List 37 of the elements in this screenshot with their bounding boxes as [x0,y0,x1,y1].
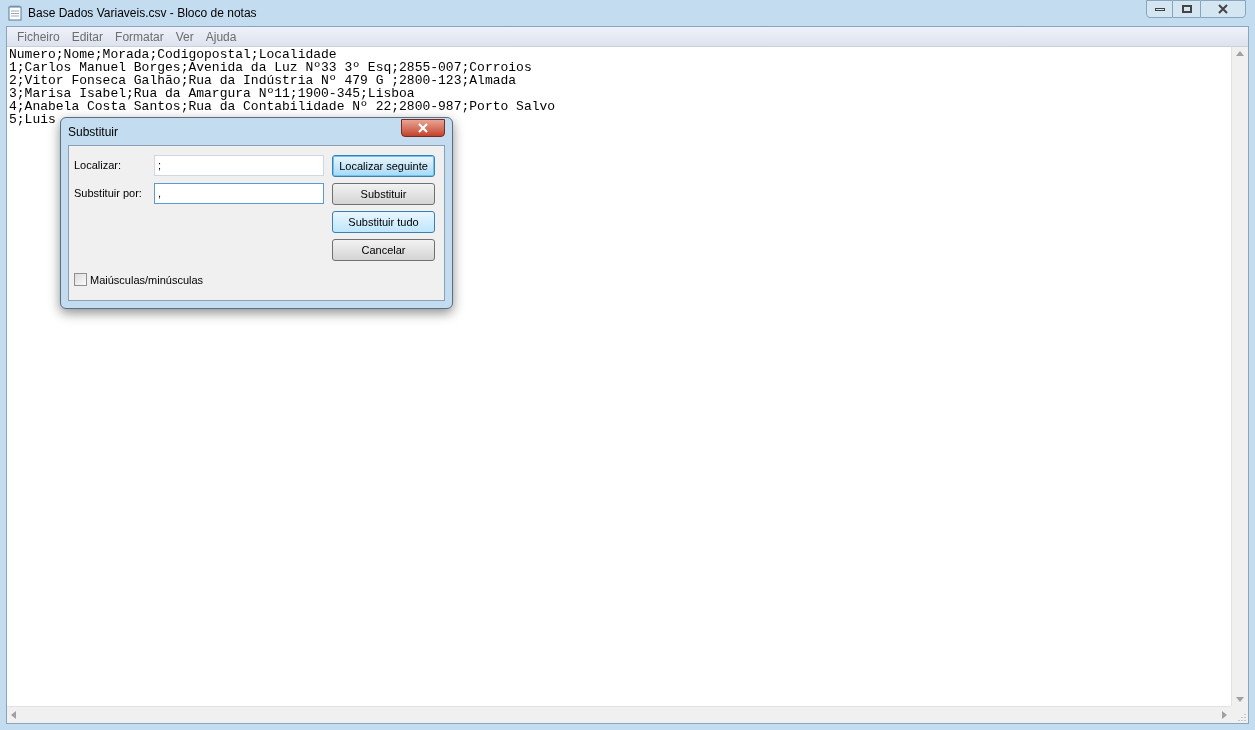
scroll-up-icon [1236,51,1244,56]
vertical-scrollbar[interactable] [1231,47,1248,706]
menu-item[interactable]: Ficheiro [11,27,66,46]
menu-item[interactable]: Formatar [109,27,170,46]
input-field[interactable]: , [154,183,324,204]
scroll-down-icon [1236,697,1244,702]
menu-item[interactable]: Ver [169,27,200,46]
dialog-button[interactable]: Cancelar [332,239,435,261]
scroll-right-icon [1222,711,1227,719]
text-line: 3;Marisa Isabel;Rua da Amargura Nº11;1900-345;Lisboa [9,87,415,100]
field-label: Localizar: [74,158,123,174]
maximize-button[interactable] [1173,0,1200,18]
horizontal-scrollbar[interactable] [7,706,1231,723]
input-field[interactable]: ; [154,155,324,176]
text-line: 1;Carlos Manuel Borges;Avenida da Luz Nº33 3º Esq;2855-007;Corroios [9,61,532,74]
close-icon [417,122,429,133]
dialog-title: Substituir [68,123,119,141]
checkbox[interactable] [74,273,87,287]
dialog-button[interactable]: Substituir tudo [332,211,435,233]
dialog-button[interactable]: Localizar seguinte [332,155,435,177]
minimize-button[interactable] [1146,0,1173,18]
notepad-icon [8,5,22,21]
text-line: 2;Vitor Fonseca Galhão;Rua da Indústria Nº 479 G ;2800-123;Almada [9,74,517,87]
text-line: Numero;Nome;Morada;Codigopostal;Localidade [9,48,337,61]
menu-item[interactable]: Editar [65,27,110,46]
text-line: 5;Luis [9,113,56,126]
scroll-left-icon [11,711,16,719]
checkbox-label: Maiúsculas/minúsculas [90,272,204,288]
window-title: Base Dados Variaveis.csv - Bloco de notas [28,5,257,22]
resize-grip-icon [1238,713,1246,721]
text-line: 4;Anabela Costa Santos;Rua da Contabilidade Nº 22;2800-987;Porto Salvo [9,100,556,113]
close-button[interactable] [1200,0,1246,18]
dialog-button[interactable]: Substituir [332,183,435,205]
field-label: Substituir por: [74,186,143,202]
close-icon [1217,4,1229,14]
menu-item[interactable]: Ajuda [199,27,243,46]
close-button[interactable] [401,118,445,137]
